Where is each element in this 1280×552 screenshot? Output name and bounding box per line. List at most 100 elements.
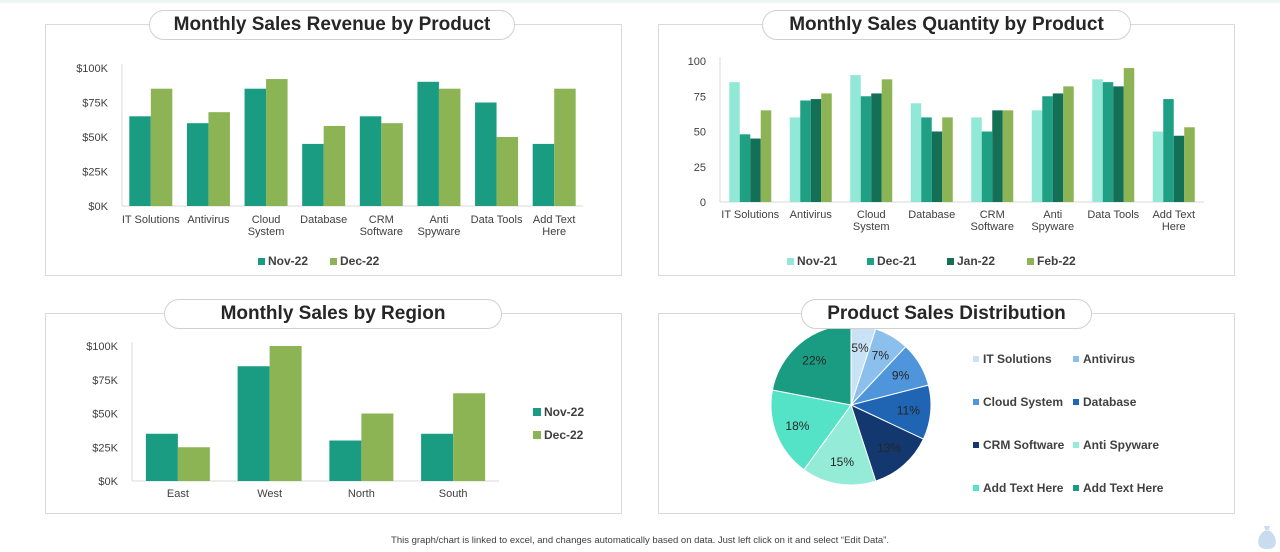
bar-revenue-dec-22-2[interactable] (208, 112, 230, 206)
bar-quantity-nov-21-4[interactable] (910, 103, 922, 202)
bar-quantity-nov-21-5[interactable] (971, 117, 982, 202)
pie-slice-label: 13% (877, 441, 901, 455)
bar-quantity-feb-22-8[interactable] (1184, 127, 1195, 202)
bar-quantity-jan-22-7[interactable] (1113, 86, 1124, 202)
region-bar-chart[interactable]: $0K $25K $50K $75K $100K East West North South No… (46, 314, 623, 515)
revenue-bar-chart[interactable]: $0K $25K $50K $75K $100K IT Solutions Antiviru… (46, 25, 623, 277)
bar-quantity-dec-21-4[interactable] (921, 117, 932, 202)
quantity-chart-title: Monthly Sales Quantity by Product (762, 10, 1131, 40)
bar-revenue-dec-22-1[interactable] (150, 88, 173, 206)
y-tick-label: 50 (694, 127, 706, 139)
bar-revenue-nov-22-5[interactable] (359, 116, 382, 206)
bar-quantity-jan-22-5[interactable] (992, 110, 1003, 202)
bar-quantity-jan-22-3[interactable] (871, 93, 882, 202)
legend-label: Add Text Here (1083, 481, 1164, 495)
bar-region-nov-22-3[interactable] (329, 440, 362, 482)
bar-quantity-jan-22-2[interactable] (810, 99, 822, 202)
bar-revenue-nov-22-8[interactable] (532, 143, 555, 206)
bar-revenue-dec-22-8[interactable] (554, 88, 576, 206)
bar-quantity-dec-21-7[interactable] (1102, 82, 1114, 202)
region-chart-title: Monthly Sales by Region (164, 299, 502, 329)
bar-revenue-dec-22-7[interactable] (496, 137, 519, 206)
x-tick-label: IT Solutions (122, 214, 180, 226)
bar-region-nov-22-1[interactable] (145, 433, 178, 481)
legend-swatch (1073, 356, 1079, 362)
bar-revenue-nov-22-1[interactable] (129, 116, 151, 206)
bar-quantity-nov-21-8[interactable] (1152, 131, 1164, 203)
bar-quantity-feb-22-3[interactable] (881, 79, 893, 202)
bar-region-nov-22-4[interactable] (421, 433, 454, 481)
bar-region-dec-22-4[interactable] (453, 393, 486, 481)
revenue-chart-title: Monthly Sales Revenue by Product (149, 10, 515, 40)
pie-slice-label: 18% (785, 419, 809, 433)
pie-slice-label: 11% (897, 403, 920, 417)
bar-quantity-nov-21-7[interactable] (1092, 79, 1103, 202)
x-tick-label: North (348, 488, 375, 500)
legend-swatch (1073, 485, 1079, 491)
bar-quantity-feb-22-6[interactable] (1063, 86, 1074, 202)
y-tick-label: 100 (688, 56, 706, 68)
bar-quantity-dec-21-1[interactable] (739, 134, 751, 202)
x-tick-label: Data Tools (1087, 209, 1139, 221)
legend-swatch (1073, 442, 1079, 448)
y-tick-label: $100K (86, 341, 118, 353)
bar-quantity-nov-21-6[interactable] (1031, 110, 1043, 202)
bar-region-dec-22-3[interactable] (361, 413, 394, 482)
bar-region-dec-22-1[interactable] (177, 447, 210, 481)
top-accent-rule (0, 0, 1280, 3)
bar-quantity-dec-21-5[interactable] (981, 131, 993, 203)
bar-quantity-feb-22-7[interactable] (1123, 68, 1135, 202)
bar-quantity-dec-21-8[interactable] (1163, 99, 1174, 202)
bar-quantity-feb-22-1[interactable] (760, 110, 772, 202)
x-tick-label: Antivirus (790, 209, 833, 221)
bar-quantity-dec-21-3[interactable] (860, 96, 872, 202)
money-bag-icon (1258, 526, 1276, 549)
bar-quantity-feb-22-2[interactable] (821, 93, 832, 202)
bar-revenue-dec-22-4[interactable] (323, 125, 346, 206)
x-tick-label: Antivirus (187, 214, 230, 226)
bar-quantity-feb-22-4[interactable] (942, 117, 953, 202)
bar-quantity-dec-21-6[interactable] (1042, 96, 1053, 202)
bar-revenue-nov-22-2[interactable] (186, 123, 209, 206)
x-tick-label: Anti Spyware (418, 214, 461, 238)
bar-revenue-dec-22-6[interactable] (438, 88, 461, 206)
distribution-chart-panel[interactable]: 5% 7% 9% 11% 13% 15% 18% 22% IT Solutions Antivir… (658, 313, 1235, 514)
y-tick-label: 25 (694, 162, 706, 174)
bar-quantity-nov-21-2[interactable] (789, 117, 801, 202)
bar-quantity-nov-21-3[interactable] (850, 75, 861, 202)
legend-label: Dec-22 (544, 428, 584, 442)
bar-quantity-dec-21-2[interactable] (800, 100, 811, 202)
bar-region-nov-22-2[interactable] (237, 366, 270, 481)
x-tick-label: Database (300, 214, 347, 226)
bar-quantity-jan-22-6[interactable] (1052, 93, 1064, 202)
legend-swatch (533, 408, 541, 416)
bar-revenue-nov-22-7[interactable] (475, 102, 497, 207)
bar-revenue-dec-22-3[interactable] (266, 79, 288, 206)
legend-label: Cloud System (983, 395, 1063, 409)
y-tick-label: 0 (700, 197, 706, 209)
y-tick-label: $75K (92, 375, 118, 387)
bar-quantity-jan-22-1[interactable] (750, 138, 761, 202)
bar-quantity-jan-22-4[interactable] (931, 131, 943, 203)
region-chart-panel[interactable]: $0K $25K $50K $75K $100K East West North South No… (45, 313, 622, 514)
legend-label: Feb-22 (1037, 254, 1076, 268)
y-tick-label: 75 (694, 91, 706, 103)
legend-swatch (973, 356, 979, 362)
quantity-chart-panel[interactable]: 0 25 50 75 100 IT Solutions Antivirus Cloud Syst… (658, 24, 1235, 276)
legend-swatch (1073, 399, 1079, 405)
bar-quantity-nov-21-1[interactable] (729, 82, 740, 202)
bar-revenue-nov-22-6[interactable] (417, 81, 439, 206)
bar-quantity-jan-22-8[interactable] (1173, 135, 1185, 202)
quantity-bar-chart[interactable]: 0 25 50 75 100 IT Solutions Antivirus Cloud Syst… (659, 25, 1236, 277)
distribution-pie-chart[interactable]: 5%7%9% 11% 13% 15% 18% 22% IT Solutions Antivir… (659, 314, 1236, 515)
bar-revenue-nov-22-3[interactable] (244, 88, 267, 206)
legend-label: IT Solutions (983, 352, 1052, 366)
bar-region-dec-22-2[interactable] (269, 346, 302, 481)
bar-quantity-feb-22-5[interactable] (1002, 110, 1014, 202)
revenue-chart-panel[interactable]: $0K $25K $50K $75K $100K IT Solutions Antiviru… (45, 24, 622, 276)
bar-revenue-nov-22-4[interactable] (302, 143, 324, 206)
y-tick-label: $50K (82, 132, 108, 144)
bar-revenue-dec-22-5[interactable] (381, 123, 403, 206)
legend-swatch (947, 258, 954, 265)
y-tick-label: $0K (98, 476, 118, 488)
